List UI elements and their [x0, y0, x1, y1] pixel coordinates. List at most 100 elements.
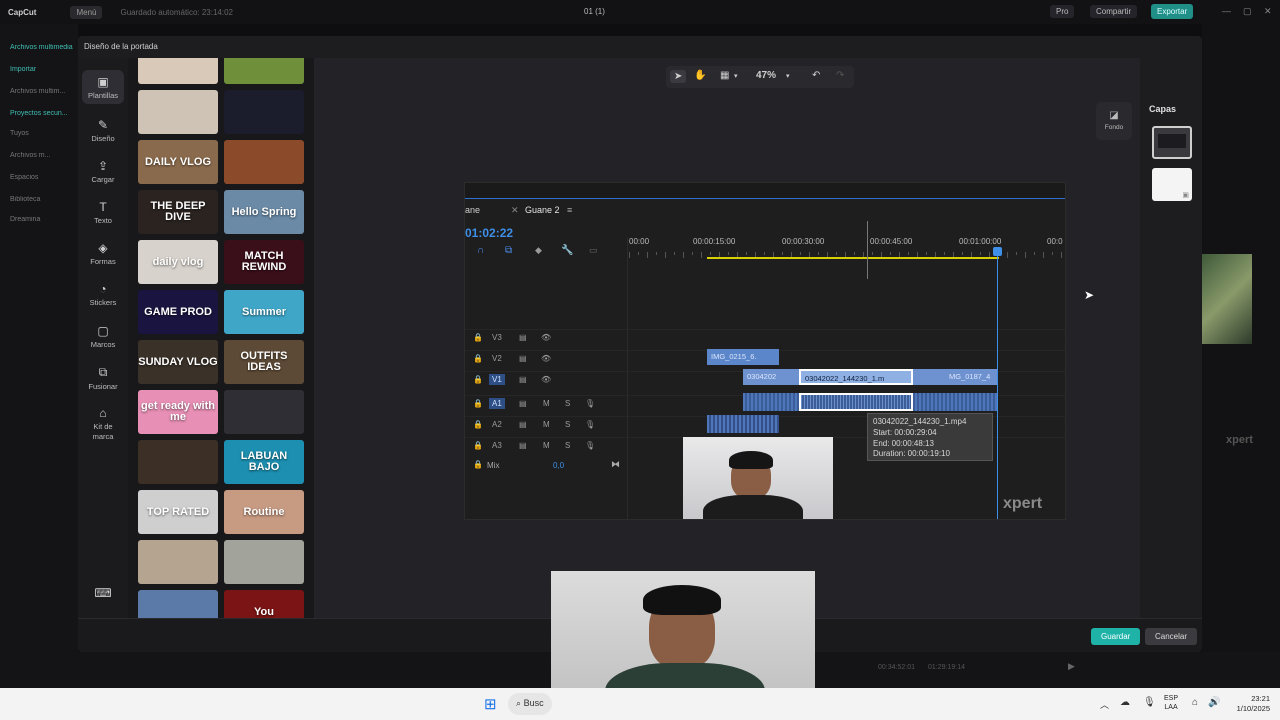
eye-icon[interactable]: 👁	[541, 354, 551, 363]
clip-0304202[interactable]: 0304202	[743, 369, 799, 385]
playhead-line[interactable]	[997, 247, 998, 519]
clip-img-0215[interactable]: IMG_0215_6.	[707, 349, 779, 365]
rail-item-brand-kit[interactable]: ⌂ Kit de marca	[82, 406, 124, 442]
template-thumbnail[interactable]	[138, 440, 218, 484]
audio-clip-a1-selected[interactable]	[799, 393, 913, 411]
pro-button[interactable]: Pro	[1050, 5, 1075, 18]
track-name[interactable]: V3	[489, 332, 505, 343]
zoom-chevron-icon[interactable]: ▾	[786, 72, 790, 80]
rail-item-stickers[interactable]: ◔ Stickers	[82, 282, 124, 307]
lock-icon[interactable]: 🔒	[473, 460, 483, 469]
template-thumbnail[interactable]	[224, 390, 304, 434]
rail-item-design[interactable]: ✎ Diseño	[82, 118, 124, 143]
share-button[interactable]: Compartir	[1090, 5, 1138, 18]
play-icon[interactable]: ▶	[1068, 661, 1075, 672]
template-thumbnail[interactable]: Routine	[224, 490, 304, 534]
bg-sidebar-item[interactable]: Biblioteca	[10, 196, 76, 203]
lock-icon[interactable]: 🔒	[473, 399, 483, 408]
rail-item-merge[interactable]: ⧉ Fusionar	[82, 365, 124, 391]
wrench-icon[interactable]: 🔧	[561, 245, 573, 256]
bg-sidebar-item[interactable]: Tuyos	[10, 130, 76, 137]
mute-button[interactable]: M	[543, 441, 550, 450]
layer-thumb-background[interactable]: ▣	[1152, 168, 1192, 201]
track-name[interactable]: V1	[489, 374, 505, 385]
eye-icon[interactable]: 👁	[541, 333, 551, 342]
layout-icon[interactable]: ▦	[720, 70, 729, 81]
redo-icon[interactable]: ↷	[836, 70, 844, 81]
template-thumbnail[interactable]: You	[224, 590, 304, 618]
lock-icon[interactable]: 🔒	[473, 420, 483, 429]
captions-icon[interactable]: ▭	[589, 245, 598, 256]
windows-start-icon[interactable]: ⊞	[484, 695, 497, 713]
cloud-icon[interactable]: ☁	[1120, 697, 1130, 708]
chevron-up-icon[interactable]: ︿	[1100, 698, 1109, 711]
rail-item-frames[interactable]: ▢ Marcos	[82, 324, 124, 349]
layer-thumb-preview[interactable]	[1152, 126, 1192, 159]
bg-sidebar-item[interactable]: Archivos multim...	[10, 88, 76, 95]
cover-preview[interactable]: ane ✕ Guane 2 ≡ 01:02:22 ∩ ⧉ ◆ 🔧 ▭ 00:00…	[464, 182, 1066, 520]
close-icon[interactable]: ✕	[511, 205, 519, 216]
eye-icon[interactable]: 👁	[541, 375, 551, 384]
hamburger-icon[interactable]: ≡	[567, 205, 572, 215]
template-thumbnail[interactable]: GAME PROD	[138, 290, 218, 334]
background-tool-button[interactable]: ◪ Fondo	[1096, 102, 1132, 140]
template-thumbnail[interactable]	[138, 590, 218, 618]
mix-toggle-icon[interactable]: ⧓	[611, 459, 620, 470]
track-sync-icon[interactable]: ▤	[519, 420, 527, 429]
bg-sidebar-item[interactable]: Importar	[10, 66, 76, 73]
save-button[interactable]: Guardar	[1091, 628, 1141, 645]
menu-button[interactable]: Menú	[70, 5, 103, 19]
template-thumbnail[interactable]: Summer	[224, 290, 304, 334]
mute-button[interactable]: M	[543, 399, 550, 408]
linked-selection-icon[interactable]: ⧉	[505, 245, 512, 256]
track-name[interactable]: V2	[489, 353, 505, 364]
solo-button[interactable]: S	[565, 441, 570, 450]
clip-mg-0187[interactable]: MG_0187_4	[913, 369, 997, 385]
mute-button[interactable]: M	[543, 420, 550, 429]
hand-tool-icon[interactable]: ✋	[694, 70, 706, 81]
playhead-handle[interactable]	[993, 247, 1002, 256]
audio-clip-a2[interactable]	[707, 415, 779, 433]
language-indicator[interactable]: ESP LAA	[1164, 694, 1178, 712]
volume-icon[interactable]: 🔊	[1208, 697, 1220, 708]
export-button[interactable]: Exportar	[1151, 4, 1194, 19]
template-thumbnail[interactable]: get ready with me	[138, 390, 218, 434]
solo-button[interactable]: S	[565, 420, 570, 429]
template-thumbnail[interactable]	[224, 90, 304, 134]
lock-icon[interactable]: 🔒	[473, 375, 483, 384]
rail-item-text[interactable]: T Texto	[82, 200, 124, 225]
rail-item-shapes[interactable]: ◈ Formas	[82, 241, 124, 266]
network-icon[interactable]: ⌂	[1192, 697, 1198, 708]
template-thumbnail[interactable]	[138, 90, 218, 134]
template-thumbnail[interactable]: SUNDAY VLOG	[138, 340, 218, 384]
snap-icon[interactable]: ∩	[477, 245, 484, 256]
voiceover-mic-icon[interactable]: 🎙	[585, 420, 595, 429]
minimize-icon[interactable]: —	[1222, 6, 1231, 16]
template-thumbnail[interactable]	[138, 540, 218, 584]
template-thumbnail[interactable]: DAILY VLOG	[138, 140, 218, 184]
track-sync-icon[interactable]: ▤	[519, 333, 527, 342]
sequence-tab-active[interactable]: Guane 2	[525, 205, 560, 215]
template-thumbnail[interactable]: OUTFITS IDEAS	[224, 340, 304, 384]
voiceover-mic-icon[interactable]: 🎙	[585, 441, 595, 450]
template-thumbnail[interactable]: Hello Spring	[224, 190, 304, 234]
undo-icon[interactable]: ↶	[812, 70, 820, 81]
bg-sidebar-item[interactable]: Dreamina	[10, 216, 76, 223]
rail-item-upload[interactable]: ⇪ Cargar	[82, 159, 124, 184]
voiceover-mic-icon[interactable]: 🎙	[585, 399, 595, 408]
bg-sidebar-item[interactable]: Archivos multimedia	[10, 44, 76, 51]
track-sync-icon[interactable]: ▤	[519, 354, 527, 363]
track-name[interactable]: A3	[489, 440, 505, 451]
maximize-icon[interactable]: ▢	[1243, 6, 1252, 17]
template-thumbnail[interactable]: LABUAN BAJO	[224, 440, 304, 484]
track-sync-icon[interactable]: ▤	[519, 441, 527, 450]
marker-icon[interactable]: ◆	[535, 245, 542, 256]
template-thumbnail[interactable]	[138, 58, 218, 84]
bg-sidebar-item[interactable]: Espacios	[10, 174, 76, 181]
sequence-tab-partial[interactable]: ane	[465, 205, 480, 215]
lock-icon[interactable]: 🔒	[473, 441, 483, 450]
select-tool-icon[interactable]: ➤	[670, 70, 687, 83]
mic-icon[interactable]: 🎙	[1143, 697, 1156, 708]
track-name[interactable]: A2	[489, 419, 505, 430]
template-thumbnail[interactable]: daily vlog	[138, 240, 218, 284]
